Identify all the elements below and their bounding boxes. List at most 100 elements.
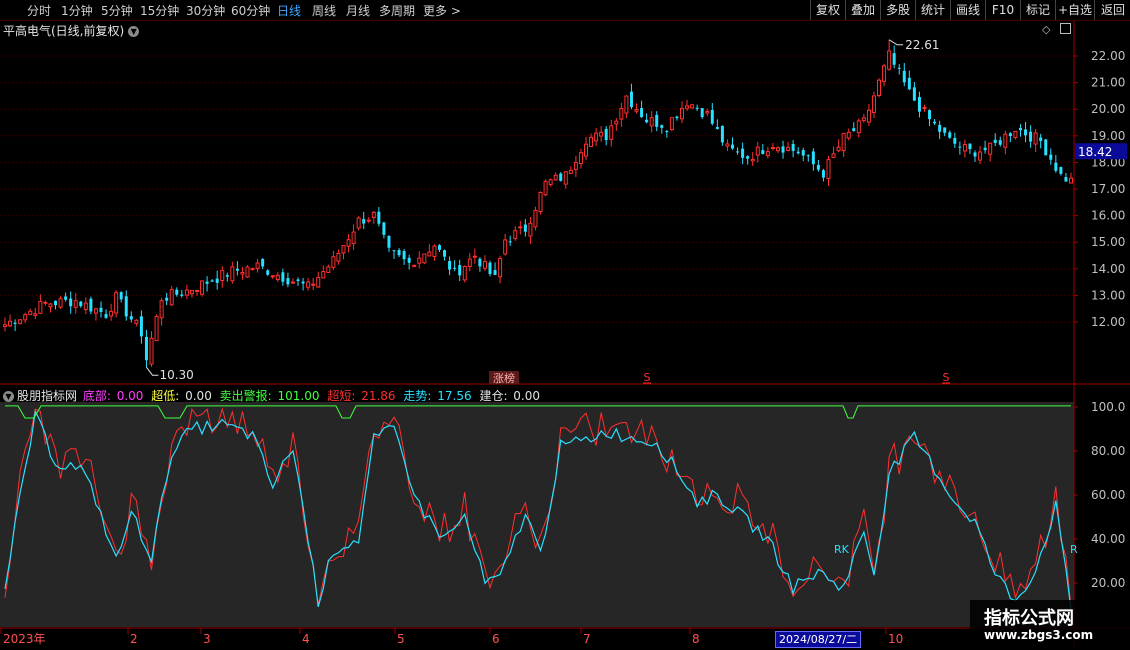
candle-body — [533, 209, 538, 228]
candle-body — [220, 270, 225, 282]
candle-body — [377, 211, 381, 224]
candle-body — [775, 147, 780, 152]
indicator-background — [0, 402, 1074, 627]
candle-body — [887, 50, 892, 70]
candle-body — [382, 222, 386, 235]
candle-body — [993, 139, 997, 143]
candle-body — [134, 319, 139, 324]
high-pointer — [888, 39, 904, 46]
candle-body — [129, 316, 133, 320]
candle-body — [453, 267, 457, 269]
candle-body — [538, 192, 543, 213]
candle-body — [139, 316, 143, 337]
xaxis-label: 3 — [203, 632, 211, 646]
indicator-item-label: 超短: — [327, 389, 360, 403]
rk-label: R — [1070, 543, 1078, 556]
candle-body — [700, 108, 704, 118]
price-axis-label: 13.00 — [1091, 288, 1125, 302]
candle-body — [306, 281, 311, 288]
candle-body — [690, 104, 695, 109]
candle-body — [508, 241, 512, 243]
indicator-axis-label: 20.00 — [1091, 576, 1125, 590]
candle-body — [286, 278, 290, 285]
xaxis-label: 6 — [492, 632, 500, 646]
candle-body — [746, 156, 750, 159]
candle-body — [523, 224, 527, 232]
candle-body — [478, 258, 482, 267]
candle-body — [194, 290, 199, 293]
indicator-name: 股朋指标网 — [17, 389, 78, 403]
candle-body — [583, 143, 588, 157]
candle-body — [831, 153, 836, 158]
xaxis-label: 2023年 — [3, 632, 46, 646]
candle-body — [669, 117, 674, 131]
candle-body — [731, 144, 735, 149]
candle-body — [866, 109, 871, 123]
xaxis-label: 10 — [888, 632, 903, 646]
candle-body — [826, 159, 831, 179]
s-marker: S — [644, 371, 651, 384]
candle-body — [1029, 131, 1033, 142]
indicator-item-value: 0.00 — [116, 389, 144, 403]
candle-body — [488, 262, 492, 274]
candle-body — [159, 300, 164, 319]
chevron-down-icon[interactable]: ▼ — [3, 391, 14, 402]
candle-body — [634, 109, 639, 112]
price-axis-label: 19.00 — [1091, 129, 1125, 143]
candle-body — [1033, 132, 1038, 145]
candle-body — [852, 128, 856, 131]
xaxis-label: 2 — [130, 632, 138, 646]
candle-body — [1008, 133, 1012, 137]
indicator-item-value: 0.00 — [185, 389, 212, 403]
candle-body — [563, 171, 568, 185]
candle-body — [770, 147, 775, 150]
price-axis-label: 20.00 — [1091, 102, 1125, 116]
candle-body — [821, 170, 825, 178]
candle-body — [943, 127, 947, 133]
candle-body — [796, 151, 800, 154]
candle-body — [225, 275, 229, 277]
candle-body — [261, 258, 265, 267]
kline-chart[interactable]: 22.0021.0020.0019.0018.0017.0016.0015.00… — [0, 0, 1130, 650]
candle-body — [422, 253, 427, 264]
candle-body — [892, 53, 896, 65]
candle-body — [402, 251, 406, 260]
indicator-item-label: 建仓: — [479, 389, 512, 403]
candle-body — [417, 257, 422, 264]
candle-body — [801, 150, 805, 156]
candle-body — [104, 314, 108, 318]
candle-body — [973, 152, 977, 157]
indicator-header: ▼ 股朋指标网 底部: 0.00 超低: 0.00 卖出警报: 101.00 超短… — [3, 387, 544, 404]
candle-body — [846, 131, 851, 139]
candle-body — [427, 251, 432, 257]
candle-body — [205, 281, 209, 284]
candle-body — [321, 271, 326, 279]
candle-body — [266, 270, 270, 275]
candle-body — [882, 65, 887, 82]
indicator-item-value: 0.00 — [513, 389, 541, 403]
low-price-label: 10.30 — [159, 368, 193, 382]
price-axis-label: 22.00 — [1091, 49, 1125, 63]
candle-body — [685, 105, 690, 109]
candle-body — [362, 219, 366, 224]
indicator-item-label: 走势: — [403, 389, 436, 403]
candle-body — [1059, 167, 1063, 174]
candle-body — [877, 79, 882, 97]
candle-body — [83, 302, 88, 311]
candle-body — [215, 278, 219, 283]
candle-body — [180, 294, 184, 296]
candle-body — [640, 108, 644, 118]
candle-body — [806, 155, 810, 157]
candle-body — [720, 125, 724, 143]
candle-body — [922, 107, 927, 110]
candle-body — [528, 222, 533, 237]
indicator-item-label: 超低: — [151, 389, 184, 403]
candle-body — [902, 70, 906, 83]
candle-body — [432, 245, 437, 257]
candle-body — [89, 298, 93, 312]
candle-body — [715, 127, 719, 129]
candle-body — [437, 245, 441, 250]
price-axis-label: 15.00 — [1091, 235, 1125, 249]
candle-body — [250, 267, 255, 270]
xaxis-label: 7 — [583, 632, 591, 646]
